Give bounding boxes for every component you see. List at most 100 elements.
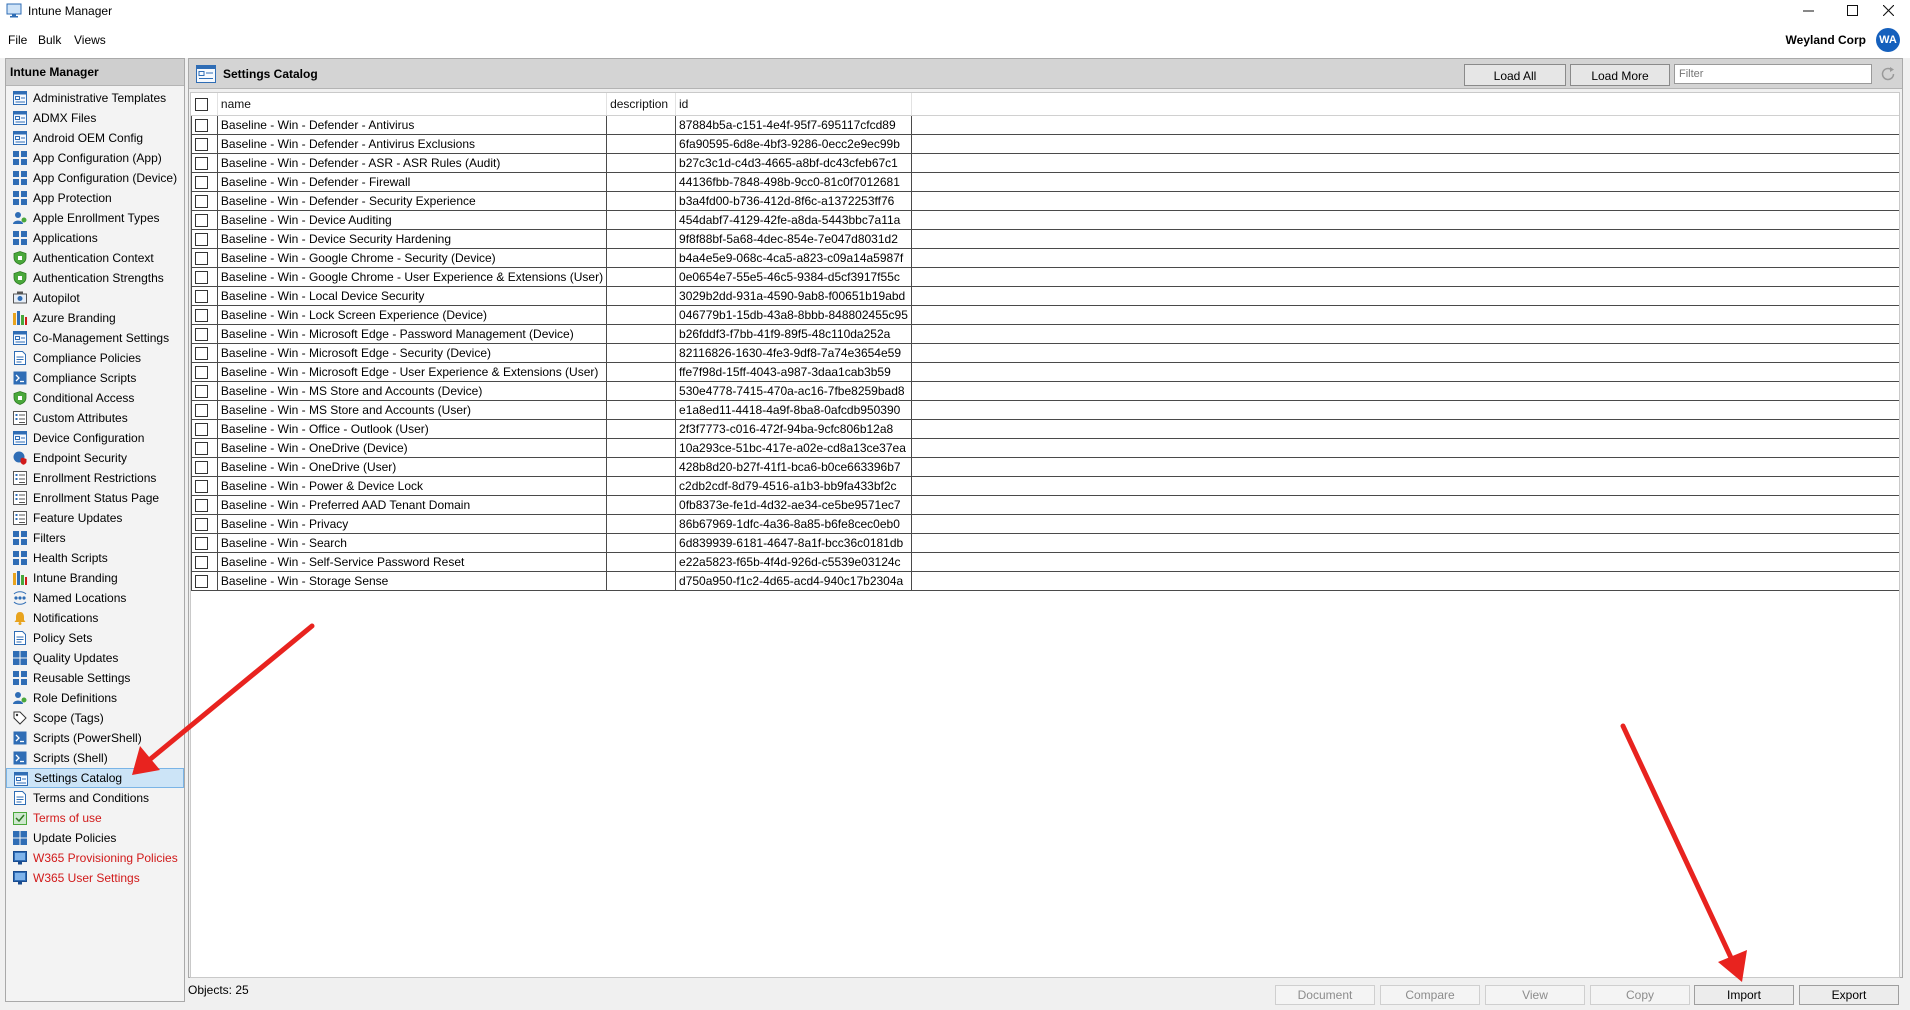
row-checkbox[interactable] — [195, 384, 208, 398]
table-row[interactable]: Baseline - Win - Power & Device Lock c2db… — [191, 475, 1899, 496]
row-checkbox[interactable] — [195, 251, 208, 265]
sidebar-item-authentication-strengths[interactable]: Authentication Strengths — [6, 268, 184, 288]
sidebar-item-endpoint-security[interactable]: Endpoint Security — [6, 448, 184, 468]
row-select-cell[interactable] — [191, 399, 218, 420]
table-row[interactable]: Baseline - Win - Microsoft Edge - Securi… — [191, 342, 1899, 363]
export-button[interactable]: Export — [1799, 985, 1899, 1005]
row-checkbox[interactable] — [195, 175, 208, 189]
sidebar-item-app-protection[interactable]: App Protection — [6, 188, 184, 208]
row-select-cell[interactable] — [191, 247, 218, 268]
row-checkbox[interactable] — [195, 479, 208, 493]
row-select-cell[interactable] — [191, 114, 218, 135]
select-all-checkbox[interactable] — [194, 97, 208, 111]
row-select-cell[interactable] — [191, 418, 218, 439]
sidebar-item-android-oem-config[interactable]: Android OEM Config — [6, 128, 184, 148]
table-row[interactable]: Baseline - Win - Device Security Hardeni… — [191, 228, 1899, 249]
sidebar-item-custom-attributes[interactable]: Custom Attributes — [6, 408, 184, 428]
sidebar-item-co-management-settings[interactable]: Co-Management Settings — [6, 328, 184, 348]
row-select-cell[interactable] — [191, 304, 218, 325]
table-row[interactable]: Baseline - Win - Google Chrome - Securit… — [191, 247, 1899, 268]
sidebar-item-reusable-settings[interactable]: Reusable Settings — [6, 668, 184, 688]
row-select-cell[interactable] — [191, 361, 218, 382]
table-row[interactable]: Baseline - Win - Google Chrome - User Ex… — [191, 266, 1899, 287]
table-row[interactable]: Baseline - Win - MS Store and Accounts (… — [191, 380, 1899, 401]
sidebar-item-w365-provisioning-policies[interactable]: W365 Provisioning Policies — [6, 848, 184, 868]
refresh-icon[interactable] — [1879, 65, 1897, 83]
sidebar-item-autopilot[interactable]: Autopilot — [6, 288, 184, 308]
row-checkbox[interactable] — [195, 137, 208, 151]
table-row[interactable]: Baseline - Win - Search 6d839939-6181-464… — [191, 532, 1899, 553]
column-header-id[interactable]: id — [675, 93, 912, 116]
sidebar-item-policy-sets[interactable]: Policy Sets — [6, 628, 184, 648]
row-select-cell[interactable] — [191, 228, 218, 249]
table-row[interactable]: Baseline - Win - Self-Service Password R… — [191, 551, 1899, 572]
column-header-description[interactable]: description — [606, 93, 677, 116]
table-row[interactable]: Baseline - Win - Defender - Firewall 4413… — [191, 171, 1899, 192]
row-select-cell[interactable] — [191, 380, 218, 401]
copy-button[interactable]: Copy — [1590, 985, 1690, 1005]
filter-input[interactable] — [1674, 64, 1872, 84]
sidebar-item-named-locations[interactable]: Named Locations — [6, 588, 184, 608]
row-checkbox[interactable] — [195, 194, 208, 208]
view-button[interactable]: View — [1485, 985, 1585, 1005]
table-row[interactable]: Baseline - Win - Defender - Antivirus Ex… — [191, 133, 1899, 154]
row-select-cell[interactable] — [191, 190, 218, 211]
row-select-cell[interactable] — [191, 171, 218, 192]
sidebar-item-azure-branding[interactable]: Azure Branding — [6, 308, 184, 328]
row-select-cell[interactable] — [191, 532, 218, 553]
sidebar-item-compliance-policies[interactable]: Compliance Policies — [6, 348, 184, 368]
menu-file[interactable]: File — [8, 33, 27, 47]
row-checkbox[interactable] — [195, 308, 208, 322]
user-avatar[interactable]: WA — [1876, 28, 1900, 52]
row-select-cell[interactable] — [191, 437, 218, 458]
row-checkbox[interactable] — [195, 441, 208, 455]
row-checkbox[interactable] — [195, 555, 208, 569]
sidebar-item-scope-tags[interactable]: Scope (Tags) — [6, 708, 184, 728]
sidebar-item-feature-updates[interactable]: Feature Updates — [6, 508, 184, 528]
table-row[interactable]: Baseline - Win - MS Store and Accounts (… — [191, 399, 1899, 420]
row-checkbox[interactable] — [195, 156, 208, 170]
row-select-cell[interactable] — [191, 570, 218, 591]
sidebar-item-applications[interactable]: Applications — [6, 228, 184, 248]
row-select-cell[interactable] — [191, 133, 218, 154]
import-button[interactable]: Import — [1694, 985, 1794, 1005]
row-select-cell[interactable] — [191, 551, 218, 572]
row-select-cell[interactable] — [191, 152, 218, 173]
table-row[interactable]: Baseline - Win - Defender - Antivirus 878… — [191, 114, 1899, 135]
table-row[interactable]: Baseline - Win - Storage Sense d750a950-f… — [191, 570, 1899, 591]
row-select-cell[interactable] — [191, 494, 218, 515]
row-checkbox[interactable] — [195, 327, 208, 341]
sidebar-item-w365-user-settings[interactable]: W365 User Settings — [6, 868, 184, 888]
row-select-cell[interactable] — [191, 513, 218, 534]
table-row[interactable]: Baseline - Win - Office - Outlook (User)… — [191, 418, 1899, 439]
table-row[interactable]: Baseline - Win - Defender - ASR - ASR Ru… — [191, 152, 1899, 173]
document-button[interactable]: Document — [1275, 985, 1375, 1005]
compare-button[interactable]: Compare — [1380, 985, 1480, 1005]
table-row[interactable]: Baseline - Win - Preferred AAD Tenant Do… — [191, 494, 1899, 515]
sidebar-item-intune-branding[interactable]: Intune Branding — [6, 568, 184, 588]
table-row[interactable]: Baseline - Win - Defender - Security Exp… — [191, 190, 1899, 211]
sidebar-item-enrollment-restrictions[interactable]: Enrollment Restrictions — [6, 468, 184, 488]
row-checkbox[interactable] — [195, 232, 208, 246]
sidebar-item-filters[interactable]: Filters — [6, 528, 184, 548]
table-row[interactable]: Baseline - Win - Microsoft Edge - User E… — [191, 361, 1899, 382]
select-all-cell[interactable] — [191, 93, 218, 116]
sidebar-item-scripts-shell[interactable]: Scripts (Shell) — [6, 748, 184, 768]
close-button[interactable] — [1866, 0, 1910, 22]
table-row[interactable]: Baseline - Win - OneDrive (User) 428b8d20… — [191, 456, 1899, 477]
sidebar-item-terms-of-use[interactable]: Terms of use — [6, 808, 184, 828]
row-checkbox[interactable] — [195, 460, 208, 474]
sidebar-item-app-configuration-device[interactable]: App Configuration (Device) — [6, 168, 184, 188]
menu-views[interactable]: Views — [74, 33, 106, 47]
sidebar-item-enrollment-status-page[interactable]: Enrollment Status Page — [6, 488, 184, 508]
table-row[interactable]: Baseline - Win - OneDrive (Device) 10a293… — [191, 437, 1899, 458]
sidebar-item-conditional-access[interactable]: Conditional Access — [6, 388, 184, 408]
sidebar-item-compliance-scripts[interactable]: Compliance Scripts — [6, 368, 184, 388]
row-checkbox[interactable] — [195, 270, 208, 284]
row-checkbox[interactable] — [195, 289, 208, 303]
row-checkbox[interactable] — [195, 498, 208, 512]
sidebar-item-terms-and-conditions[interactable]: Terms and Conditions — [6, 788, 184, 808]
minimize-button[interactable] — [1786, 0, 1830, 22]
row-checkbox[interactable] — [195, 536, 208, 550]
load-all-button[interactable]: Load All — [1464, 64, 1566, 86]
